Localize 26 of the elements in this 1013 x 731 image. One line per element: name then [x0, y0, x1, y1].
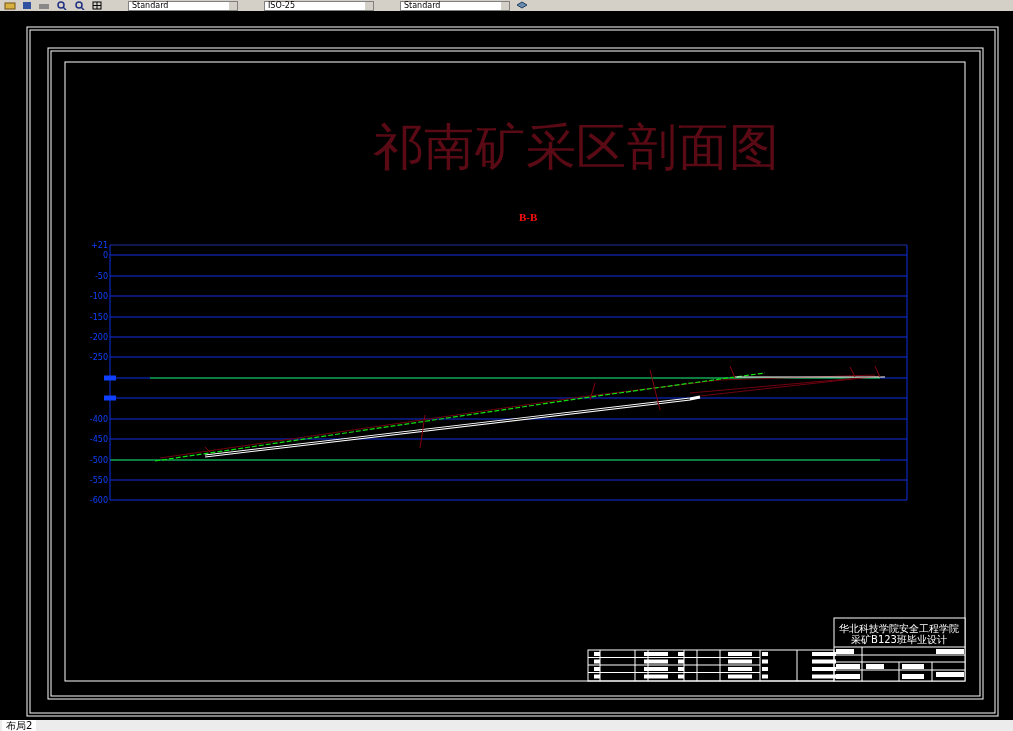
axis-label: -200: [89, 333, 108, 342]
section-label: B-B: [519, 211, 538, 223]
axis-label: -400: [89, 415, 108, 424]
layout-tab[interactable]: 布局2: [2, 720, 37, 731]
layers-icon[interactable]: [516, 1, 528, 10]
axis-label: -450: [89, 435, 108, 444]
grid-icon[interactable]: [92, 1, 102, 10]
axis-label: -500: [89, 456, 108, 465]
style-dropdown[interactable]: Standard: [400, 0, 510, 11]
zoom-icon[interactable]: [56, 1, 68, 10]
project-name: 采矿B123班毕业设计: [851, 634, 947, 645]
axis-label: -150: [89, 313, 108, 322]
axis-label: -100: [89, 292, 108, 301]
style-dropdown[interactable]: ISO-25: [264, 0, 374, 11]
axis-label: -250: [89, 353, 108, 362]
axis-label: 0: [102, 251, 108, 260]
style-dropdown[interactable]: Standard: [128, 0, 238, 11]
axis-label-mark: [104, 375, 116, 381]
school-name: 华北科技学院安全工程学院: [839, 623, 959, 634]
axis-label: -600: [89, 496, 108, 505]
zoom-icon[interactable]: [74, 1, 86, 10]
drawing-title: 祁南矿采区剖面图: [373, 118, 779, 176]
axis-label: -50: [94, 272, 108, 281]
axis-label: -550: [89, 476, 108, 485]
axis-label-mark: [104, 395, 116, 401]
axis-label: +21: [91, 241, 108, 250]
